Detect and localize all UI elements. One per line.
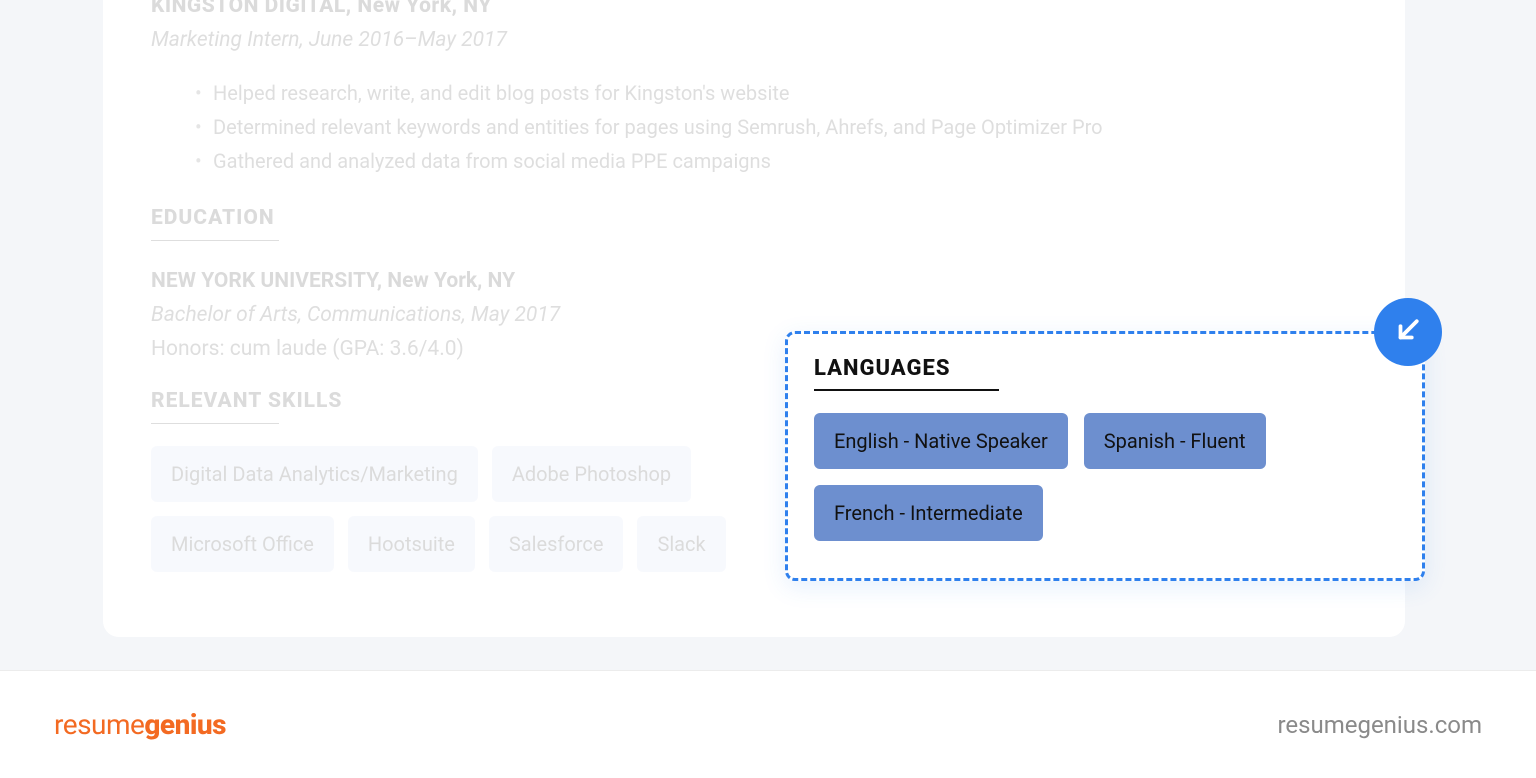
skills-row: Digital Data Analytics/Marketing Adobe P… — [151, 446, 771, 572]
heading-underline — [151, 240, 279, 241]
arrow-badge — [1374, 298, 1442, 366]
experience-bullets: Helped research, write, and edit blog po… — [195, 76, 1357, 178]
experience-bullet: Determined relevant keywords and entitie… — [195, 110, 1357, 144]
experience-company: KINGSTON DIGITAL, New York, NY — [151, 0, 1357, 18]
brand-bold: genius — [144, 708, 226, 741]
experience-bullet: Gathered and analyzed data from social m… — [195, 144, 1357, 178]
education-school: NEW YORK UNIVERSITY, New York, NY — [151, 269, 1357, 293]
footer-url: resumegenius.com — [1277, 711, 1482, 739]
language-chip: French - Intermediate — [814, 485, 1043, 541]
skill-chip: Salesforce — [489, 516, 624, 572]
education-degree: Bachelor of Arts, Communications, May 20… — [151, 303, 1357, 327]
experience-role: Marketing Intern, June 2016–May 2017 — [151, 28, 1357, 52]
experience-bullet: Helped research, write, and edit blog po… — [195, 76, 1357, 110]
skill-chip: Hootsuite — [348, 516, 475, 572]
skill-chip: Digital Data Analytics/Marketing — [151, 446, 478, 502]
languages-heading: LANGUAGES — [814, 356, 1396, 381]
languages-callout: LANGUAGES English - Native Speaker Spani… — [785, 331, 1425, 581]
language-chip: Spanish - Fluent — [1084, 413, 1266, 469]
language-chip: English - Native Speaker — [814, 413, 1068, 469]
languages-row: English - Native Speaker Spanish - Fluen… — [814, 413, 1396, 541]
footer: resumegenius resumegenius.com — [0, 670, 1536, 778]
education-heading: EDUCATION — [151, 206, 1357, 230]
arrow-down-left-icon — [1393, 315, 1423, 349]
languages-underline — [814, 389, 999, 391]
skill-chip: Slack — [637, 516, 725, 572]
brand-light: resume — [54, 708, 144, 741]
skill-chip: Adobe Photoshop — [492, 446, 691, 502]
page-root: KINGSTON DIGITAL, New York, NY Marketing… — [0, 0, 1536, 778]
heading-underline — [151, 423, 279, 424]
skill-chip: Microsoft Office — [151, 516, 334, 572]
brand-logo: resumegenius — [54, 708, 226, 741]
